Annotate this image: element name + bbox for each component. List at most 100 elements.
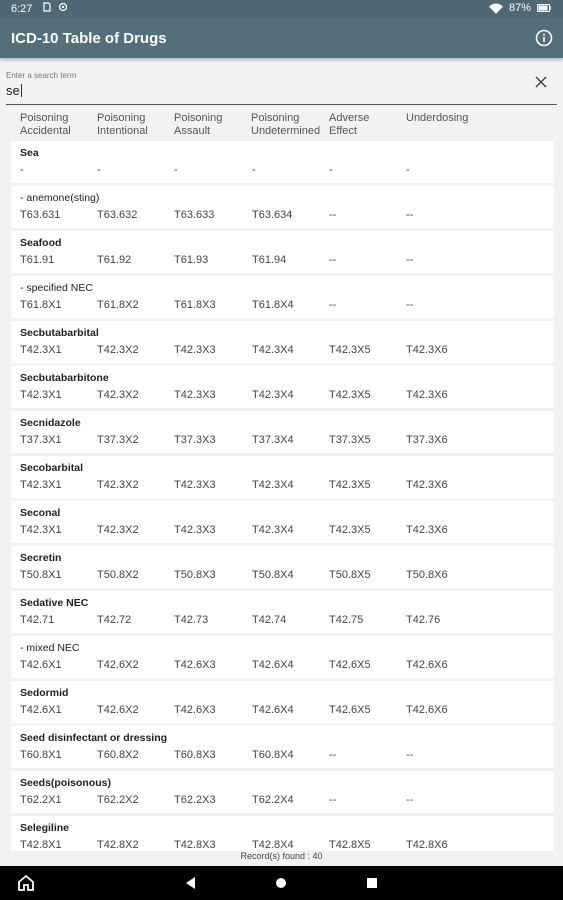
drug-code: T62.2X1 <box>20 794 62 806</box>
home-icon[interactable] <box>272 874 290 892</box>
drug-code: T42.8X3 <box>174 839 216 851</box>
drug-row[interactable]: Sedative NEC T42.71 T42.72 T42.73 T42.74 T42.… <box>11 591 554 633</box>
drug-code: T42.3X5 <box>329 389 371 401</box>
drug-row[interactable]: Secretin T50.8X1 T50.8X2 T50.8X3 T50.8X4 T50.… <box>11 546 554 588</box>
drug-code: T42.6X6 <box>406 659 448 671</box>
drug-row[interactable]: Secbutabarbital T42.3X1 T42.3X2 T42.3X3 T42.… <box>11 321 554 363</box>
drug-name: Secobarbital <box>20 462 84 474</box>
drug-name: - specified NEC <box>20 282 93 294</box>
drug-code: T42.8X1 <box>20 839 62 851</box>
drug-code: - <box>406 164 410 176</box>
drug-code: - <box>20 164 24 176</box>
drug-code: T42.8X5 <box>329 839 371 851</box>
drug-code: T42.72 <box>97 614 132 626</box>
drug-code: - <box>174 164 178 176</box>
drug-code: T42.6X3 <box>174 704 216 716</box>
drug-code: T42.3X3 <box>174 344 216 356</box>
drug-row[interactable]: Seeds(poisonous) T62.2X1 T62.2X2 T62.2X3 T62… <box>11 771 554 813</box>
drug-code: T37.3X6 <box>406 434 448 446</box>
drug-code: -- <box>329 254 337 266</box>
drug-code: -- <box>406 794 414 806</box>
drug-row[interactable]: - specified NEC T61.8X1 T61.8X2 T61.8X3 T61.… <box>11 276 554 318</box>
drug-name: Seeds(poisonous) <box>20 777 112 789</box>
search-input[interactable]: se <box>6 83 22 98</box>
drug-code: T42.6X3 <box>174 659 216 671</box>
drug-code: T42.8X6 <box>406 839 448 851</box>
drug-code: T42.3X3 <box>174 479 216 491</box>
drug-row[interactable]: Secobarbital T42.3X1 T42.3X2 T42.3X3 T42.3X4… <box>11 456 554 498</box>
drug-code: T42.6X5 <box>329 704 371 716</box>
drug-code: T50.8X5 <box>329 569 371 581</box>
battery-icon <box>537 4 551 12</box>
drug-code: T50.8X3 <box>174 569 216 581</box>
drug-row[interactable]: Seed disinfectant or dressing T60.8X1 T60.… <box>11 726 554 768</box>
drug-code: T62.2X2 <box>97 794 139 806</box>
drug-code: T50.8X1 <box>20 569 62 581</box>
drug-code: T61.8X3 <box>174 299 216 311</box>
drug-code: T62.2X3 <box>174 794 216 806</box>
records-found: Record(s) found : 40 <box>240 851 323 861</box>
drug-code: T61.92 <box>97 254 132 266</box>
drug-row[interactable]: Secnidazole T37.3X1 T37.3X2 T37.3X3 T37.3X4 T… <box>11 411 554 453</box>
drug-row[interactable]: Sea - - - - - - <box>11 141 554 183</box>
notification-icon <box>43 2 51 12</box>
drug-code: T42.6X4 <box>252 659 294 671</box>
drug-code: T42.3X1 <box>20 524 62 536</box>
drug-name: Secnidazole <box>20 417 81 429</box>
drug-row[interactable]: - mixed NEC T42.6X1 T42.6X2 T42.6X3 T42.6X4 T… <box>11 636 554 678</box>
drug-code: T42.71 <box>20 614 55 626</box>
clear-search-icon[interactable] <box>533 74 549 90</box>
drug-code: T42.6X1 <box>20 659 62 671</box>
drug-code: -- <box>406 749 414 761</box>
drug-row[interactable]: Selegiline T42.8X1 T42.8X2 T42.8X3 T42.8X4 T4… <box>11 816 554 851</box>
drug-name: Secretin <box>20 552 62 564</box>
drug-name: Sedative NEC <box>20 597 89 609</box>
drug-name: Seconal <box>20 507 61 519</box>
drug-list[interactable]: Sea - - - - - - - anemone(sting) T63.631 T63.632 T… <box>11 141 554 851</box>
column-underdosing: Underdosing <box>406 112 469 124</box>
drug-code: T42.6X6 <box>406 704 448 716</box>
drug-code: T37.3X3 <box>174 434 216 446</box>
drug-code: T50.8X6 <box>406 569 448 581</box>
drug-code: - <box>329 164 333 176</box>
drug-code: T42.76 <box>406 614 441 626</box>
home-app-icon[interactable] <box>17 874 35 892</box>
drug-row[interactable]: Seconal T42.3X1 T42.3X2 T42.3X3 T42.3X4 T42.3… <box>11 501 554 543</box>
drug-row[interactable]: Secbutabarbitone T42.3X1 T42.3X2 T42.3X3 T42… <box>11 366 554 408</box>
drug-code: -- <box>329 749 337 761</box>
drug-code: - <box>97 164 101 176</box>
drug-code: T60.8X2 <box>97 749 139 761</box>
drug-code: T61.8X1 <box>20 299 62 311</box>
drug-code: T42.3X4 <box>252 524 294 536</box>
drug-code: T63.632 <box>97 209 138 221</box>
drug-row[interactable]: Sedormid T42.6X1 T42.6X2 T42.6X3 T42.6X4 T42.… <box>11 681 554 723</box>
info-icon[interactable] <box>535 29 553 47</box>
drug-row[interactable]: Seafood T61.91 T61.92 T61.93 T61.94 -- -- <box>11 231 554 273</box>
drug-code: T42.3X6 <box>406 479 448 491</box>
drug-code: -- <box>406 299 414 311</box>
drug-code: T50.8X2 <box>97 569 139 581</box>
drug-code: T42.6X2 <box>97 659 139 671</box>
drug-row[interactable]: - anemone(sting) T63.631 T63.632 T63.633 T63… <box>11 186 554 228</box>
drug-code: T42.3X6 <box>406 344 448 356</box>
drug-code: T42.3X1 <box>20 344 62 356</box>
drug-code: T61.8X2 <box>97 299 139 311</box>
drug-name: Seed disinfectant or dressing <box>20 732 168 744</box>
back-icon[interactable] <box>182 874 200 892</box>
recents-icon[interactable] <box>363 874 381 892</box>
column-poisoning-accidental: Poisoning Accidental <box>20 112 71 137</box>
drug-code: T63.631 <box>20 209 61 221</box>
drug-code: T50.8X4 <box>252 569 294 581</box>
drug-code: T42.8X2 <box>97 839 139 851</box>
drug-code: T61.94 <box>252 254 287 266</box>
status-time: 6:27 <box>11 3 33 15</box>
settings-gear-icon <box>58 2 68 12</box>
drug-name: Secbutabarbitone <box>20 372 109 384</box>
wifi-icon <box>488 3 503 14</box>
drug-code: T42.6X5 <box>329 659 371 671</box>
battery-percent: 87% <box>508 2 531 14</box>
drug-code: T42.3X4 <box>252 479 294 491</box>
drug-name: Secbutabarbital <box>20 327 99 339</box>
drug-code: -- <box>329 209 337 221</box>
search-field[interactable]: Enter a search term se <box>6 64 557 105</box>
